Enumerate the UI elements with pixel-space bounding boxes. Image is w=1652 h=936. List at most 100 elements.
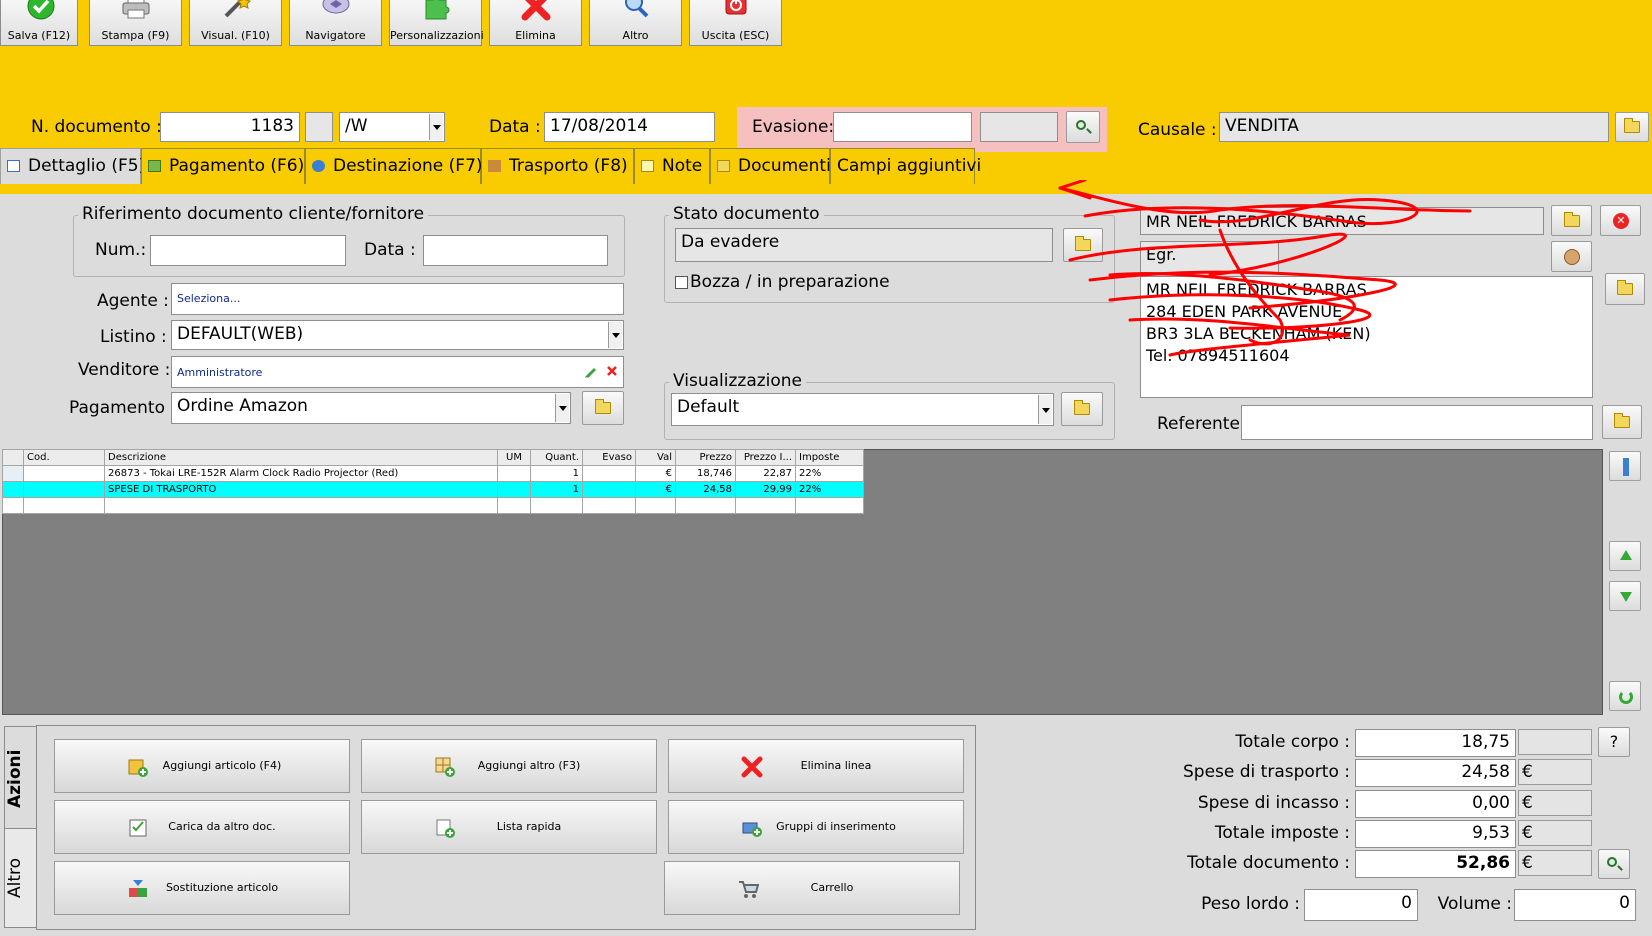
cell-prezzo-ivato[interactable]: 22,87 bbox=[735, 465, 796, 482]
causale-folder-button[interactable] bbox=[1615, 112, 1649, 142]
exit-button[interactable]: Uscita (ESC) bbox=[689, 0, 782, 46]
address-folder-button[interactable] bbox=[1605, 273, 1645, 305]
agente-field[interactable]: Seleziona... bbox=[171, 283, 624, 315]
cell-cod[interactable] bbox=[23, 465, 105, 482]
load-from-doc-button[interactable]: Carica da altro doc. bbox=[54, 800, 350, 854]
tab-destinazione[interactable]: Destinazione (F7) bbox=[305, 148, 483, 184]
cell-val[interactable]: € bbox=[635, 481, 676, 498]
cart-button[interactable]: Carrello bbox=[664, 861, 960, 915]
cell-prezzo[interactable] bbox=[675, 497, 736, 514]
column-header[interactable]: Cod. bbox=[23, 449, 105, 466]
evasione-search-button[interactable] bbox=[1066, 111, 1100, 143]
referente-field[interactable] bbox=[1241, 405, 1593, 440]
cell-evaso[interactable] bbox=[582, 465, 636, 482]
cell-evaso[interactable] bbox=[582, 497, 636, 514]
customer-folder-button[interactable] bbox=[1551, 205, 1592, 236]
refresh-button[interactable] bbox=[1609, 681, 1641, 711]
tab-altro[interactable]: Altro bbox=[4, 828, 37, 928]
totals-zoom-button[interactable] bbox=[1598, 849, 1630, 879]
evasione-extra-field[interactable] bbox=[980, 112, 1058, 142]
visualizzazione-folder-button[interactable] bbox=[1061, 392, 1103, 426]
cell-val[interactable] bbox=[635, 497, 676, 514]
totale-documento-field[interactable]: 52,86 bbox=[1355, 850, 1516, 878]
cell-quant[interactable]: 1 bbox=[530, 481, 583, 498]
causale-field[interactable]: VENDITA bbox=[1219, 112, 1609, 142]
customer-lookup-button[interactable] bbox=[1551, 241, 1592, 272]
venditore-field[interactable]: Amministratore bbox=[171, 356, 624, 388]
cell-quant[interactable] bbox=[530, 497, 583, 514]
cell-descrizione[interactable] bbox=[104, 497, 498, 514]
help-button[interactable]: ? bbox=[1598, 727, 1630, 757]
customer-remove-button[interactable]: ✕ bbox=[1600, 205, 1641, 236]
tab-dettaglio[interactable]: Dettaglio (F5) bbox=[0, 148, 145, 184]
move-down-button[interactable] bbox=[1609, 581, 1641, 611]
more-button[interactable]: Altro bbox=[589, 0, 682, 46]
cell-cod[interactable] bbox=[23, 481, 105, 498]
insert-groups-button[interactable]: Gruppi di inserimento bbox=[668, 800, 964, 854]
view-button[interactable]: Visual. (F10) bbox=[189, 0, 282, 46]
tab-azioni[interactable]: Azioni bbox=[4, 726, 37, 831]
cell-prezzo[interactable]: 18,746 bbox=[675, 465, 736, 482]
volume-field[interactable]: 0 bbox=[1514, 889, 1636, 921]
add-other-button[interactable]: Aggiungi altro (F3) bbox=[361, 739, 657, 793]
row-indicator[interactable] bbox=[2, 497, 24, 514]
tab-note[interactable]: Note bbox=[634, 148, 710, 184]
date-field[interactable]: 17/08/2014 bbox=[544, 112, 715, 142]
column-header[interactable]: Val bbox=[635, 449, 676, 466]
table-row[interactable]: SPESE DI TRASPORTO 1 € 24,58 29,99 22% bbox=[2, 481, 864, 498]
table-row[interactable] bbox=[2, 497, 864, 514]
stato-field[interactable]: Da evadere bbox=[675, 228, 1053, 262]
evasione-field[interactable] bbox=[833, 112, 972, 142]
cell-um[interactable] bbox=[497, 481, 531, 498]
scroll-to-top-button[interactable] bbox=[1609, 451, 1641, 481]
cell-imposte[interactable]: 22% bbox=[795, 465, 864, 482]
row-indicator[interactable] bbox=[2, 481, 24, 498]
spese-trasporto-field[interactable]: 24,58 bbox=[1355, 759, 1516, 787]
cell-imposte[interactable]: 22% bbox=[795, 481, 864, 498]
cell-prezzo-ivato[interactable]: 29,99 bbox=[735, 481, 796, 498]
column-header[interactable]: UM bbox=[497, 449, 531, 466]
tab-trasporto[interactable]: Trasporto (F8) bbox=[481, 148, 634, 184]
column-header[interactable]: Prezzo bbox=[675, 449, 736, 466]
cell-descrizione[interactable]: SPESE DI TRASPORTO bbox=[104, 481, 498, 498]
quick-list-button[interactable]: Lista rapida bbox=[361, 800, 657, 854]
column-header[interactable]: Imposte bbox=[795, 449, 864, 466]
cell-um[interactable] bbox=[497, 497, 531, 514]
tab-pagamento[interactable]: Pagamento (F6) bbox=[141, 148, 305, 184]
num-field[interactable] bbox=[150, 235, 346, 266]
column-header[interactable]: Descrizione bbox=[104, 449, 498, 466]
chevron-down-icon[interactable] bbox=[608, 322, 622, 348]
column-header[interactable]: Prezzo I... bbox=[735, 449, 796, 466]
bozza-checkbox[interactable] bbox=[675, 276, 688, 289]
cell-val[interactable]: € bbox=[635, 465, 676, 482]
add-item-button[interactable]: Aggiungi articolo (F4) bbox=[54, 739, 350, 793]
customizations-button[interactable]: Personalizzazioni bbox=[389, 0, 484, 46]
cell-imposte[interactable] bbox=[795, 497, 864, 514]
print-button[interactable]: Stampa (F9) bbox=[89, 0, 182, 46]
chevron-down-icon[interactable] bbox=[429, 114, 443, 140]
visualizzazione-select[interactable]: Default bbox=[671, 393, 1054, 426]
tab-documenti[interactable]: Documenti bbox=[710, 148, 831, 184]
spese-incasso-field[interactable]: 0,00 bbox=[1355, 790, 1516, 818]
row-indicator[interactable] bbox=[2, 465, 24, 482]
ref-date-field[interactable] bbox=[423, 235, 608, 266]
cell-evaso[interactable] bbox=[582, 481, 636, 498]
listino-select[interactable]: DEFAULT(WEB) bbox=[171, 320, 624, 350]
column-header[interactable]: Evaso bbox=[582, 449, 636, 466]
doc-number-extra-field[interactable] bbox=[305, 112, 333, 142]
move-up-button[interactable] bbox=[1609, 541, 1641, 571]
delete-button[interactable]: Elimina bbox=[489, 0, 582, 46]
cell-um[interactable] bbox=[497, 465, 531, 482]
totale-corpo-field[interactable]: 18,75 bbox=[1355, 729, 1516, 757]
peso-lordo-field[interactable]: 0 bbox=[1304, 889, 1418, 921]
cell-prezzo-ivato[interactable] bbox=[735, 497, 796, 514]
replace-item-button[interactable]: Sostituzione articolo bbox=[54, 861, 350, 915]
edit-pencil-icon[interactable] bbox=[584, 364, 598, 378]
chevron-down-icon[interactable] bbox=[555, 394, 569, 422]
cell-cod[interactable] bbox=[23, 497, 105, 514]
cell-prezzo[interactable]: 24,58 bbox=[675, 481, 736, 498]
tab-campi-aggiuntivi[interactable]: Campi aggiuntivi bbox=[830, 148, 981, 184]
navigator-button[interactable]: Navigatore bbox=[289, 0, 382, 46]
cell-quant[interactable]: 1 bbox=[530, 465, 583, 482]
save-button[interactable]: Salva (F12) bbox=[0, 0, 78, 46]
